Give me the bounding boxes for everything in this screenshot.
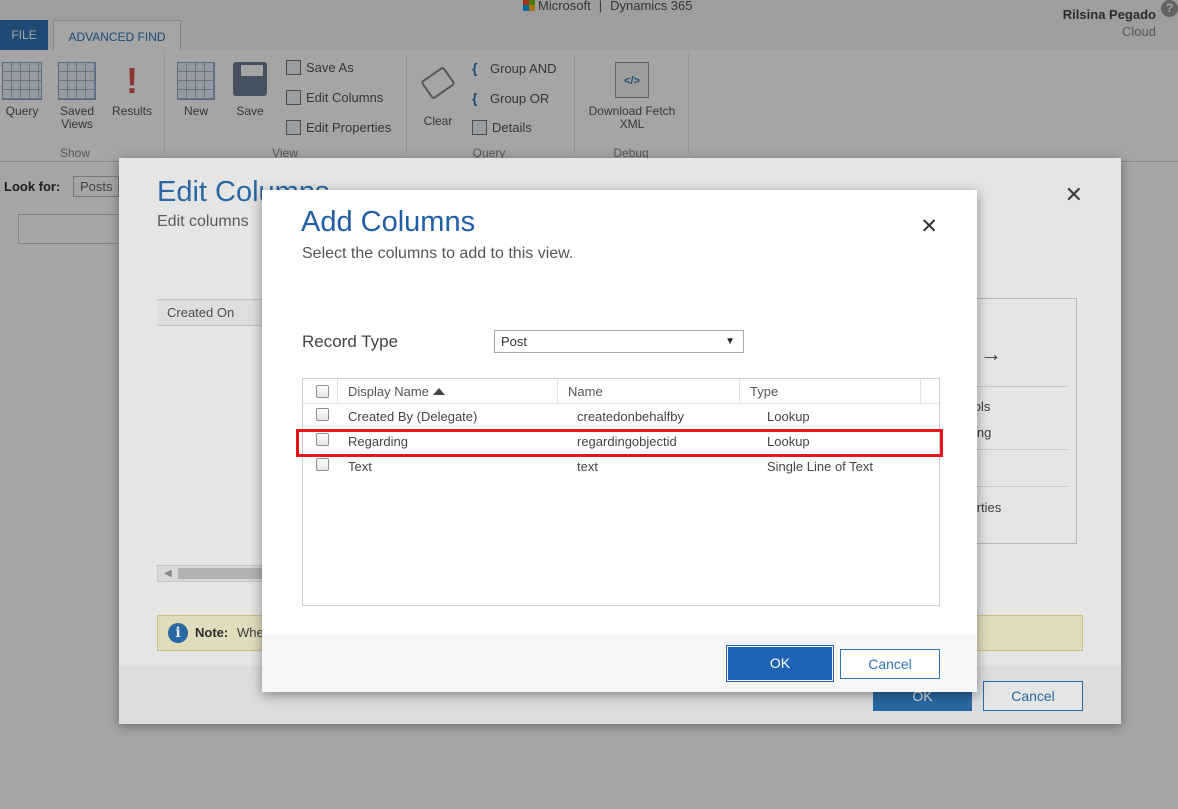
row-checkbox[interactable] xyxy=(316,458,329,471)
cell-type: Lookup xyxy=(767,409,810,424)
table-row[interactable]: Created By (Delegate) createdonbehalfby … xyxy=(303,404,939,429)
cell-name: createdonbehalfby xyxy=(577,409,684,424)
header-separator xyxy=(337,379,338,404)
column-header-display-name[interactable]: Display Name xyxy=(348,379,445,404)
chevron-down-icon: ▼ xyxy=(725,336,735,347)
cancel-button[interactable]: Cancel xyxy=(840,649,940,679)
record-type-select[interactable]: Post ▼ xyxy=(494,330,744,353)
cell-type: Single Line of Text xyxy=(767,459,873,474)
cell-display-name: Text xyxy=(348,459,372,474)
sort-ascending-icon xyxy=(432,388,445,395)
grid-header: Display Name Name Type xyxy=(303,379,939,404)
column-header-name[interactable]: Name xyxy=(568,379,603,404)
record-type-label: Record Type xyxy=(302,332,399,351)
select-all-checkbox[interactable] xyxy=(316,385,329,398)
cell-display-name: Created By (Delegate) xyxy=(348,409,478,424)
add-columns-subtitle: Select the columns to add to this view. xyxy=(302,245,574,262)
header-separator xyxy=(739,379,740,404)
highlight-box xyxy=(296,429,943,457)
row-checkbox[interactable] xyxy=(316,408,329,421)
column-header-type[interactable]: Type xyxy=(750,379,778,404)
display-name-header-label: Display Name xyxy=(348,384,429,399)
columns-grid: Display Name Name Type Created By (Deleg… xyxy=(302,378,940,606)
add-columns-title: Add Columns xyxy=(301,206,476,238)
cell-name: text xyxy=(577,459,598,474)
close-icon[interactable]: ✕ xyxy=(920,214,938,239)
record-type-value: Post xyxy=(501,334,528,349)
header-separator xyxy=(557,379,558,404)
table-row[interactable]: Text text Single Line of Text xyxy=(303,454,939,479)
ok-button[interactable]: OK xyxy=(726,645,834,682)
header-separator xyxy=(920,379,921,404)
